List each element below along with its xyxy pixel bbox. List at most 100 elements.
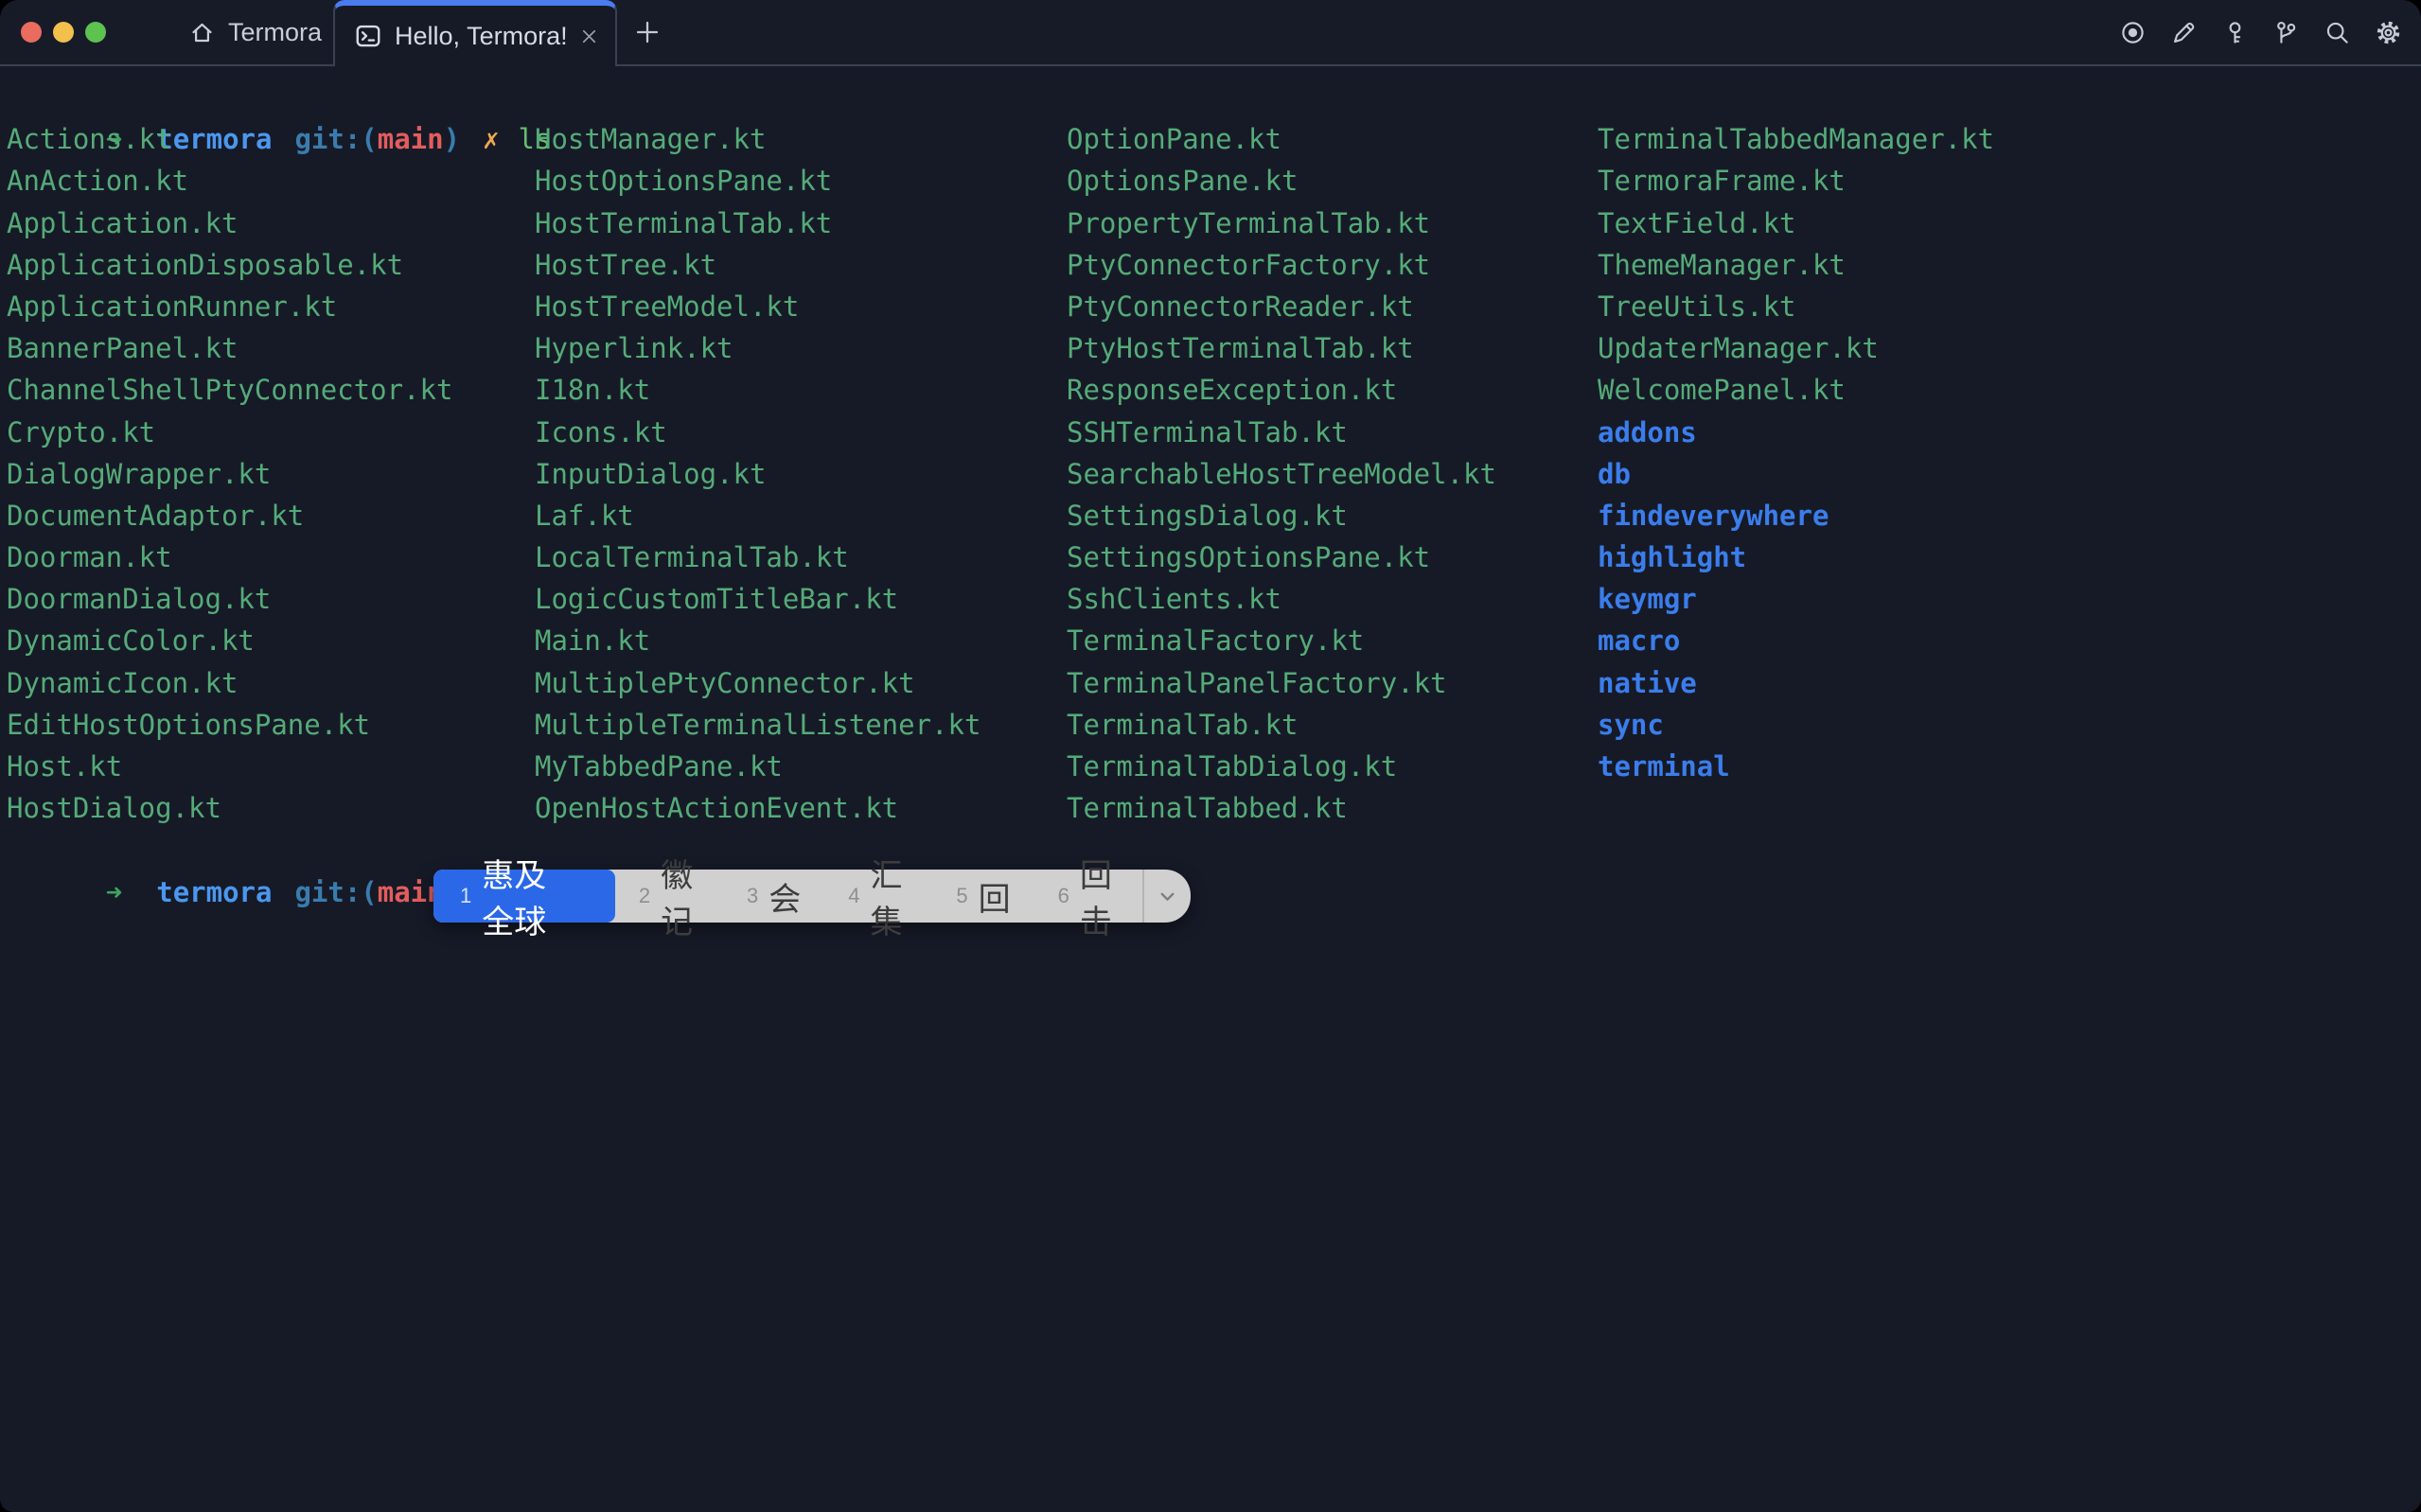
dir-entry: native (1598, 662, 2421, 704)
file-entry: Icons.kt (535, 412, 1067, 453)
file-entry: SSHTerminalTab.kt (1067, 412, 1598, 453)
ime-candidate-6[interactable]: 6回击 (1034, 870, 1142, 923)
terminal-output: ➜termoragit:(main)✗ls Actions.ktHostMana… (0, 66, 2421, 1512)
file-entry: ApplicationDisposable.kt (7, 244, 535, 286)
file-entry: Doorman.kt (7, 536, 535, 578)
file-entry: EditHostOptionsPane.kt (7, 704, 535, 746)
dir-entry: terminal (1598, 746, 2421, 787)
close-window-button[interactable] (21, 22, 42, 43)
file-entry: Actions.kt (7, 118, 535, 160)
home-tab-label: Termora (228, 18, 322, 47)
file-grid: Actions.ktHostManager.ktOptionPane.ktTer… (7, 118, 2421, 829)
candidate-index: 3 (747, 884, 758, 908)
file-entry: PtyConnectorFactory.kt (1067, 244, 1598, 286)
terminal-icon (354, 22, 382, 50)
dir-entry: highlight (1598, 536, 2421, 578)
key-icon[interactable] (2218, 16, 2251, 48)
candidate-text: 回击 (1080, 850, 1119, 942)
file-entry: MyTabbedPane.kt (535, 746, 1067, 787)
prompt-line-1: ➜termoragit:(main)✗ls (7, 77, 2421, 118)
keychain-icon[interactable] (2270, 16, 2302, 48)
candidate-text: 回 (979, 873, 1011, 920)
file-entry: LogicCustomTitleBar.kt (535, 578, 1067, 620)
file-entry: HostTree.kt (535, 244, 1067, 286)
candidate-index: 6 (1058, 884, 1069, 908)
zoom-window-button[interactable] (85, 22, 106, 43)
file-entry: TerminalTab.kt (1067, 704, 1598, 746)
candidate-index: 1 (460, 884, 471, 908)
file-entry: Crypto.kt (7, 412, 535, 453)
candidate-index: 5 (956, 884, 967, 908)
file-entry: ResponseException.kt (1067, 369, 1598, 411)
file-entry: Hyperlink.kt (535, 327, 1067, 369)
candidate-text: 徽记 (661, 850, 699, 942)
dir-entry: findeverywhere (1598, 495, 2421, 536)
file-entry: PtyConnectorReader.kt (1067, 286, 1598, 327)
ime-candidate-1[interactable]: 1惠及全球 (433, 870, 615, 923)
search-icon[interactable] (2321, 16, 2353, 48)
file-entry: OptionsPane.kt (1067, 160, 1598, 202)
home-icon (189, 20, 215, 45)
file-entry: Laf.kt (535, 495, 1067, 536)
settings-icon[interactable] (2372, 16, 2404, 48)
dir-entry: addons (1598, 412, 2421, 453)
close-icon (578, 26, 600, 47)
minimize-window-button[interactable] (53, 22, 74, 43)
file-entry: DialogWrapper.kt (7, 453, 535, 495)
file-entry: DocumentAdaptor.kt (7, 495, 535, 536)
file-entry: PropertyTerminalTab.kt (1067, 202, 1598, 244)
file-entry: OptionPane.kt (1067, 118, 1598, 160)
file-entry: DynamicIcon.kt (7, 662, 535, 704)
file-entry: BannerPanel.kt (7, 327, 535, 369)
file-entry: MultipleTerminalListener.kt (535, 704, 1067, 746)
file-entry: OpenHostActionEvent.kt (535, 787, 1067, 829)
file-entry: ThemeManager.kt (1598, 244, 2421, 286)
toolbar (2116, 0, 2404, 64)
candidate-text: 汇集 (871, 850, 910, 942)
prompt-line-2: ➜termoragit:(main)✗中文之美hui ji quan qiu (7, 829, 2421, 870)
title-bar: Termora Hello, Termora! (0, 0, 2421, 66)
tab-close-button[interactable] (578, 26, 600, 47)
file-entry: HostDialog.kt (7, 787, 535, 829)
ime-candidate-4[interactable]: 4汇集 (824, 870, 932, 923)
empty-cell (1598, 787, 2421, 829)
prompt-arrow: ➜ (106, 876, 122, 908)
tab-label: Hello, Termora! (395, 22, 566, 51)
home-tab[interactable]: Termora (189, 0, 322, 64)
file-entry: HostManager.kt (535, 118, 1067, 160)
file-entry: TreeUtils.kt (1598, 286, 2421, 327)
candidate-text: 会 (769, 873, 801, 920)
ime-candidate-2[interactable]: 2徽记 (615, 870, 723, 923)
file-entry: SettingsDialog.kt (1067, 495, 1598, 536)
file-entry: TextField.kt (1598, 202, 2421, 244)
file-entry: ChannelShellPtyConnector.kt (7, 369, 535, 411)
new-tab-button[interactable] (617, 0, 678, 64)
file-entry: PtyHostTerminalTab.kt (1067, 327, 1598, 369)
dir-entry: db (1598, 453, 2421, 495)
file-entry: DoormanDialog.kt (7, 578, 535, 620)
candidate-index: 4 (848, 884, 859, 908)
ime-candidate-5[interactable]: 5回 (932, 870, 1034, 923)
chevron-down-icon[interactable] (1144, 870, 1192, 923)
file-entry: TerminalTabbedManager.kt (1598, 118, 2421, 160)
ime-candidate-3[interactable]: 3会 (723, 870, 824, 923)
file-entry: Host.kt (7, 746, 535, 787)
record-icon[interactable] (2116, 16, 2148, 48)
edit-icon[interactable] (2167, 16, 2200, 48)
git-prefix: git:( (294, 876, 377, 908)
tab-hello-termora[interactable]: Hello, Termora! (333, 0, 617, 66)
file-entry: MultiplePtyConnector.kt (535, 662, 1067, 704)
file-entry: InputDialog.kt (535, 453, 1067, 495)
dir-entry: keymgr (1598, 578, 2421, 620)
file-entry: SshClients.kt (1067, 578, 1598, 620)
app-window: Termora Hello, Termora! (0, 0, 2421, 1512)
file-entry: TerminalTabDialog.kt (1067, 746, 1598, 787)
prompt-cwd: termora (156, 876, 272, 908)
file-entry: HostOptionsPane.kt (535, 160, 1067, 202)
plus-icon (633, 18, 662, 46)
traffic-lights (21, 0, 106, 64)
file-entry: ApplicationRunner.kt (7, 286, 535, 327)
dir-entry: macro (1598, 620, 2421, 661)
file-entry: UpdaterManager.kt (1598, 327, 2421, 369)
file-entry: DynamicColor.kt (7, 620, 535, 661)
